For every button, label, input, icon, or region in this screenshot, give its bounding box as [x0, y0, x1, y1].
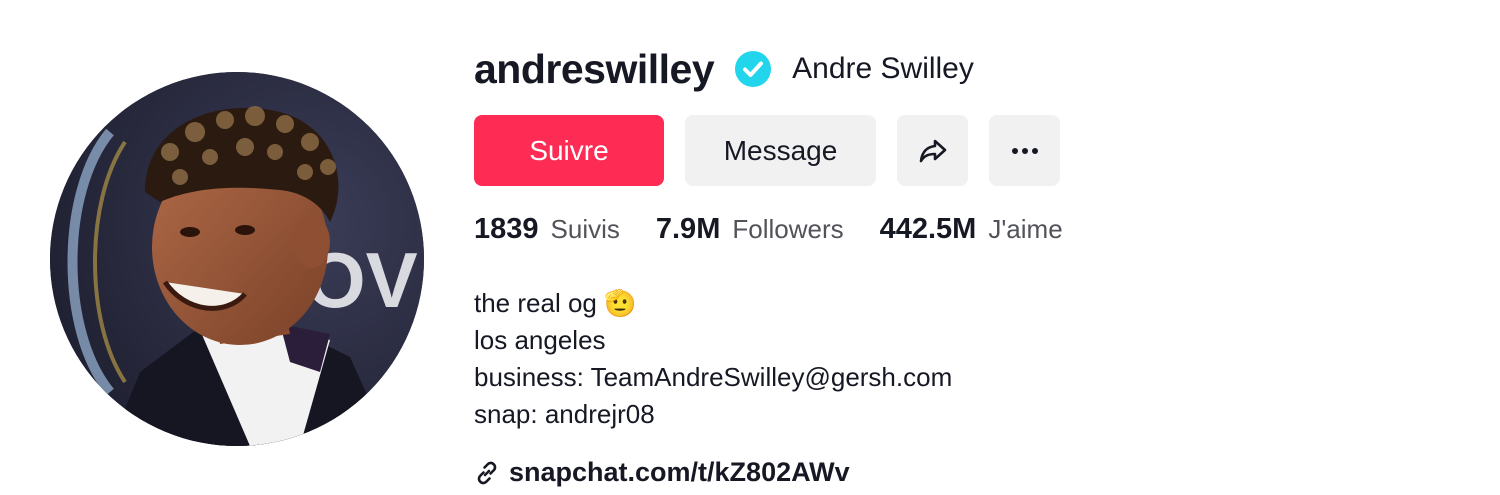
stat-label: J'aime	[988, 214, 1063, 244]
more-button[interactable]	[989, 115, 1060, 186]
avatar-photo: OV	[50, 72, 424, 446]
more-dots-icon	[1010, 147, 1040, 155]
profile-header: OV andreswilley Andre Swilley Suivre Mes…	[0, 0, 1500, 495]
message-button[interactable]: Message	[685, 115, 876, 186]
profile-link[interactable]: snapchat.com/t/kZ802AWv	[474, 457, 1454, 488]
profile-info: andreswilley Andre Swilley Suivre Messag…	[474, 40, 1454, 488]
bio-line: the real og 🫡	[474, 288, 637, 318]
stat-value: 1839	[474, 213, 539, 245]
bio-line: los angeles	[474, 325, 606, 355]
verified-badge-icon	[734, 50, 772, 88]
stat-followers[interactable]: 7.9M Followers	[656, 213, 844, 246]
follow-button[interactable]: Suivre	[474, 115, 664, 186]
stat-following[interactable]: 1839 Suivis	[474, 213, 620, 246]
title-row: andreswilley Andre Swilley	[474, 40, 1454, 98]
stat-label: Followers	[732, 214, 844, 244]
bio: the real og 🫡 los angeles business: Team…	[474, 285, 1454, 433]
stat-label: Suivis	[550, 214, 620, 244]
stat-likes: 442.5M J'aime	[880, 213, 1063, 246]
stat-value: 442.5M	[879, 213, 977, 245]
username: andreswilley	[474, 45, 715, 92]
stat-value: 7.9M	[655, 213, 721, 245]
link-icon	[474, 460, 500, 486]
action-bar: Suivre Message	[474, 115, 1454, 186]
avatar[interactable]: OV	[50, 72, 424, 446]
display-name: Andre Swilley	[792, 52, 974, 85]
bio-line: snap: andrejr08	[474, 399, 655, 429]
share-arrow-icon	[917, 135, 949, 167]
profile-link-text[interactable]: snapchat.com/t/kZ802AWv	[509, 457, 850, 488]
share-button[interactable]	[897, 115, 968, 186]
bio-line: business: TeamAndreSwilley@gersh.com	[474, 362, 953, 392]
stats-row: 1839 Suivis 7.9M Followers 442.5M J'aime	[474, 213, 1454, 249]
